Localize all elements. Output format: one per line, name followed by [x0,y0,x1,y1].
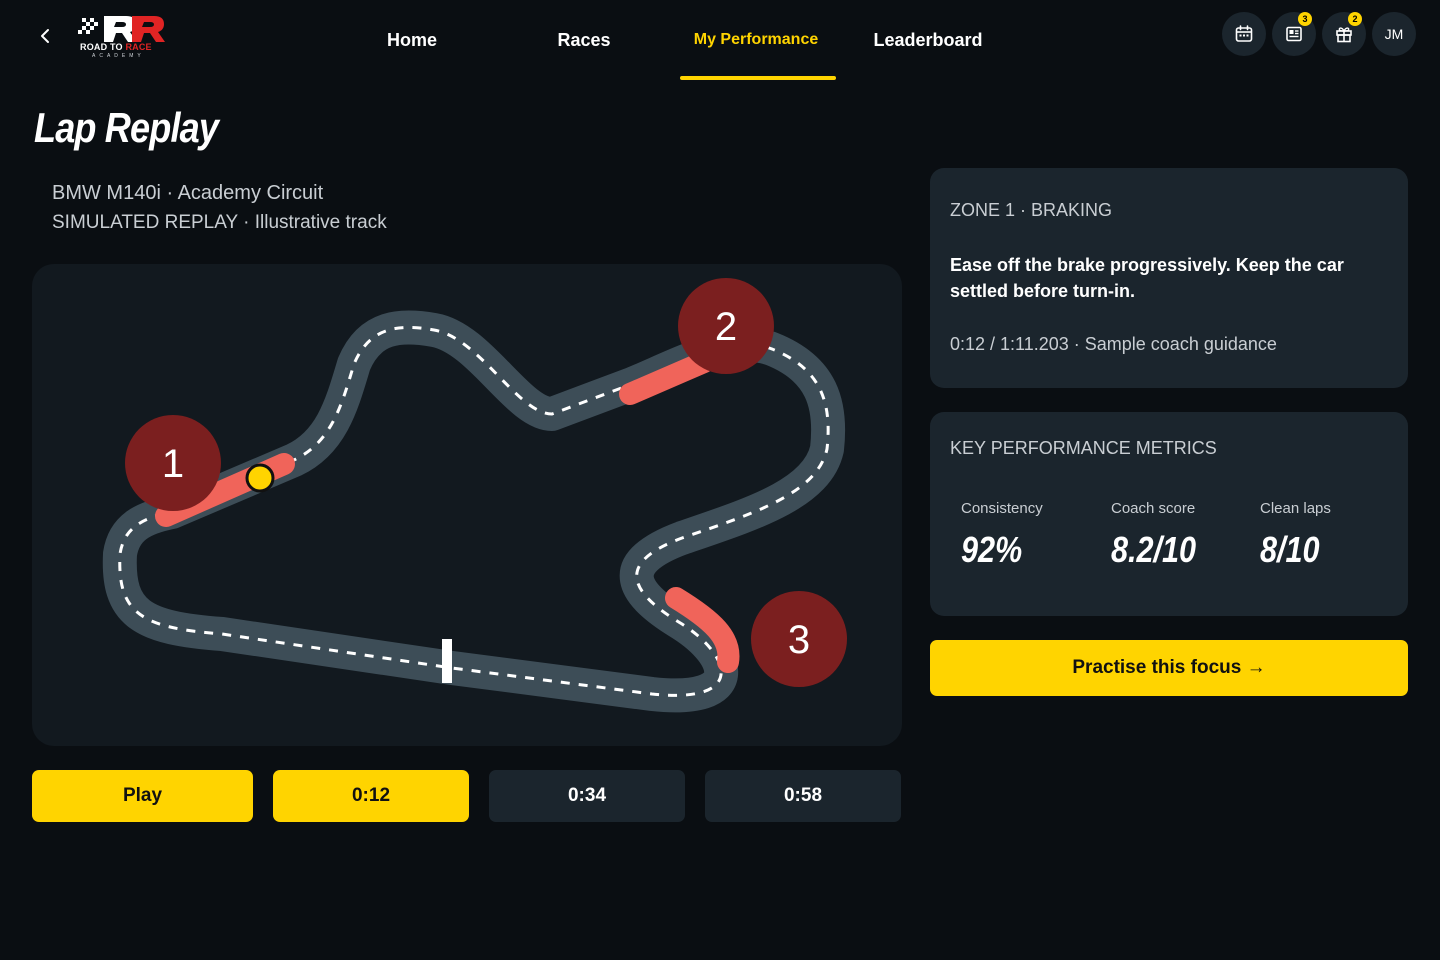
car-position-dot [245,463,275,493]
zone-3-marker-label: 3 [788,618,810,662]
road-to-race-logo[interactable]: ROAD TO RACE ACADEMY [78,12,170,59]
back-button[interactable] [30,22,60,50]
car-track-subtitle: BMW M140i · Academy Circuit [52,182,324,204]
metric-value: 8.2/10 [1111,529,1197,570]
gift-icon [1336,27,1352,43]
logo-mark-icon [78,16,165,42]
zone-1-marker[interactable]: 1 [125,415,221,511]
timestamp-button-0-58[interactable]: 0:58 [705,770,901,822]
zone-3-marker[interactable]: 3 [751,591,847,687]
metric-label: Clean laps [1260,500,1331,517]
metric-clean-laps: Clean laps 8/10 [1260,500,1331,571]
chevron-left-icon [41,29,49,43]
nav-home[interactable]: Home [326,0,498,80]
metric-label: Consistency [961,500,1043,517]
news-badge: 3 [1298,12,1312,26]
nav-races[interactable]: Races [498,0,670,80]
metrics-title: KEY PERFORMANCE METRICS [950,438,1217,458]
nav-leaderboard[interactable]: Leaderboard [842,0,1014,80]
metric-label: Coach score [1111,500,1196,517]
page-title: Lap Replay [34,104,219,151]
zone-1-marker-label: 1 [162,442,184,486]
timestamp-button-0-34[interactable]: 0:34 [489,770,685,822]
zone-timestamp-meta: 0:12 / 1:11.203 · Sample coach guidance [950,334,1277,354]
zone-2-marker-label: 2 [715,305,737,349]
metric-value: 8/10 [1260,529,1320,570]
header-actions: 3 2 JM [1222,12,1416,56]
metric-consistency: Consistency 92% [961,500,1043,571]
zone-title: ZONE 1 · BRAKING [950,200,1113,220]
metric-value: 92% [961,529,1023,570]
practise-focus-button[interactable]: Practise this focus → [930,640,1408,696]
nav-my-performance[interactable]: My Performance [670,0,842,80]
replay-mode-subtitle: SIMULATED REPLAY · Illustrative track [52,212,387,233]
logo-wordmark: ROAD TO RACE [80,42,152,52]
calendar-button[interactable] [1222,12,1266,56]
play-button[interactable]: Play [32,770,253,822]
start-finish-line [442,639,452,683]
track-map: 1 2 3 [102,278,847,713]
news-button[interactable]: 3 [1272,12,1316,56]
calendar-icon [1235,25,1253,42]
zone-2-marker[interactable]: 2 [678,278,774,374]
user-avatar[interactable]: JM [1372,12,1416,56]
logo-subtitle: ACADEMY [92,53,145,59]
rewards-badge: 2 [1348,12,1362,26]
rewards-button[interactable]: 2 [1322,12,1366,56]
key-metrics-card: KEY PERFORMANCE METRICS Consistency 92% … [930,412,1408,616]
main-nav: Home Races My Performance Leaderboard [326,0,1014,80]
news-icon [1286,26,1302,42]
zone-guidance-card: ZONE 1 · BRAKING Ease off the brake prog… [930,168,1408,388]
timestamp-button-0-12[interactable]: 0:12 [273,770,469,822]
track-map-panel: 1 2 3 [32,264,902,746]
zone-guidance-text: Ease off the brake progressively. Keep t… [950,255,1344,301]
top-navigation-bar: ROAD TO RACE ACADEMY Home Races My Perfo… [0,0,1440,80]
metric-coach-score: Coach score 8.2/10 [1111,500,1211,571]
